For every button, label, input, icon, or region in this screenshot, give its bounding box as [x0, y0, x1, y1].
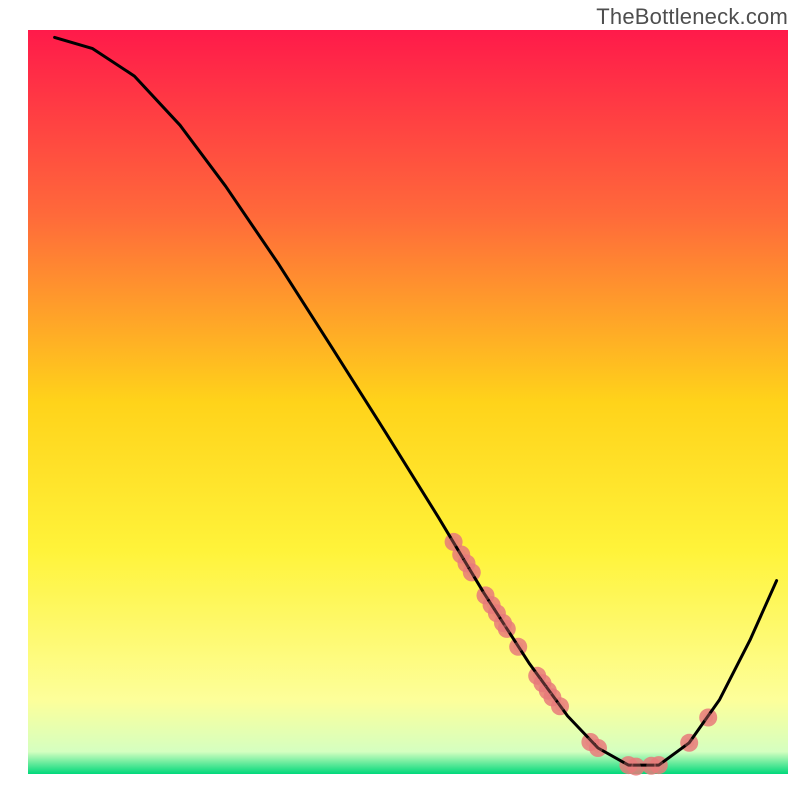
data-marker — [547, 692, 557, 702]
data-marker — [449, 537, 459, 547]
data-marker — [703, 713, 713, 723]
bottleneck-chart — [0, 0, 800, 800]
data-marker — [555, 701, 565, 711]
data-marker — [513, 642, 523, 652]
gradient-plot-area — [28, 30, 788, 774]
data-marker — [481, 590, 491, 600]
data-marker — [487, 600, 497, 610]
data-marker — [654, 760, 664, 770]
data-marker — [456, 550, 466, 560]
chart-container: { "attribution": "TheBottleneck.com", "c… — [0, 0, 800, 800]
data-marker — [492, 608, 502, 618]
data-marker — [593, 743, 603, 753]
data-marker — [467, 567, 477, 577]
data-marker — [631, 762, 641, 772]
attribution-text: TheBottleneck.com — [596, 4, 788, 30]
data-marker — [684, 738, 694, 748]
data-marker — [502, 624, 512, 634]
data-marker — [462, 558, 472, 568]
